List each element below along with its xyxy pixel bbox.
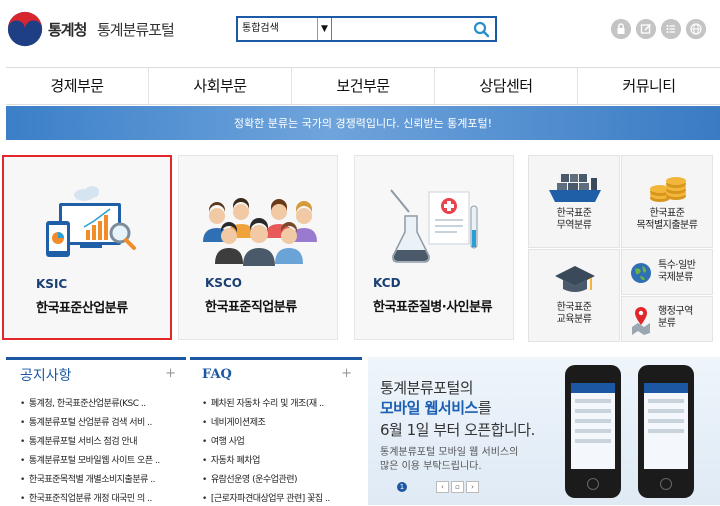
card-name: 한국표준직업분류 — [205, 300, 297, 315]
logo-text[interactable]: 통계청 — [48, 19, 87, 40]
promo-subtext: 통계분류포털 모바일 웹 서비스의 — [380, 447, 519, 458]
faq-title[interactable]: FAQ — [202, 367, 232, 382]
notice-panel: 공지사항 + 통계청, 한국표준산업분류(KSC .. 통계분류포털 산업분류 … — [6, 357, 186, 505]
list-item[interactable]: 여행 사업 — [202, 433, 330, 452]
graduation-cap-icon — [555, 266, 595, 292]
portal-title[interactable]: 통계분류포털 — [97, 19, 175, 40]
promo-heading: 통계분류포털의 — [380, 379, 474, 397]
card-ksic[interactable]: KSIC 한국표준산업분류 — [2, 155, 172, 340]
promo-page-indicator[interactable]: 1 — [397, 482, 407, 492]
nav-item-society[interactable]: 사회부문 — [148, 68, 291, 104]
mini-card-label: 행정구역 분류 — [658, 306, 693, 329]
list-item[interactable]: 통계분류포털 모바일웹 사이트 오픈 .. — [20, 452, 160, 471]
nav-item-economy[interactable]: 경제부문 — [6, 68, 148, 104]
card-trade-classification[interactable]: 한국표준 무역분류 — [528, 155, 620, 248]
mini-card-label: 특수·일반 국제분류 — [658, 260, 696, 283]
phone-image — [565, 365, 621, 498]
faq-panel: FAQ + 폐차된 자동차 수리 및 개조(재 .. 네비게이션제조 여행 사업… — [190, 357, 362, 505]
list-item[interactable]: 한국표준직업분류 개정 대국민 의 .. — [20, 490, 160, 506]
list-item[interactable]: [근로자파견대상업무 관련] 꽃집 .. — [202, 490, 330, 506]
card-ksco[interactable]: KSCO 한국표준직업분류 — [178, 155, 338, 340]
phone-screen — [571, 383, 615, 469]
list-item[interactable]: 통계분류포털 산업분류 검색 서비 .. — [20, 414, 160, 433]
card-administrative-district[interactable]: 행정구역 분류 — [621, 296, 713, 342]
notice-more-button[interactable]: + — [165, 366, 176, 381]
notice-title[interactable]: 공지사항 — [20, 365, 72, 385]
list-item[interactable]: 통계청, 한국표준산업분류(KSC .. — [20, 395, 160, 414]
notice-list: 통계청, 한국표준산업분류(KSC .. 통계분류포털 산업분류 검색 서비 .… — [20, 395, 160, 506]
faq-more-button[interactable]: + — [341, 366, 352, 381]
mobile-web-promo[interactable]: 통계분류포털의 모바일 웹서비스를 6월 1일 부터 오픈합니다. 통계분류포털… — [368, 357, 720, 505]
list-icon[interactable] — [661, 19, 681, 39]
mini-card-label: 한국표준 목적별지출분류 — [636, 208, 698, 231]
promo-highlight: 모바일 웹서비스를 — [380, 399, 492, 417]
phone-home-button — [660, 478, 672, 490]
search-scope-value: 통합검색 — [242, 23, 279, 34]
phone-screen — [644, 383, 688, 469]
nav-item-community[interactable]: 커뮤니티 — [577, 68, 720, 104]
medical-flask-icon — [390, 189, 478, 263]
coins-icon — [650, 177, 686, 202]
promo-next-button[interactable]: › — [466, 481, 479, 493]
globe-icon — [631, 263, 651, 283]
nav-item-health[interactable]: 보건부문 — [291, 68, 434, 104]
list-item[interactable]: 통계분류포털 서비스 점검 안내 — [20, 433, 160, 452]
search-box: 통합검색 ▼ — [236, 16, 497, 42]
promo-subtext: 많은 이용 부탁드립니다. — [380, 461, 482, 472]
card-name: 한국표준산업분류 — [36, 301, 128, 316]
promo-date: 6월 1일 부터 오픈합니다. — [380, 421, 535, 439]
card-expenditure-classification[interactable]: 한국표준 목적별지출분류 — [621, 155, 713, 248]
globe-icon[interactable] — [686, 19, 706, 39]
card-international-classification[interactable]: 특수·일반 국제분류 — [621, 249, 713, 295]
phone-home-button — [587, 478, 599, 490]
list-item[interactable]: 자동차 폐차업 — [202, 452, 330, 471]
edit-icon[interactable] — [636, 19, 656, 39]
search-icon[interactable] — [469, 18, 493, 40]
card-code: KCD — [373, 276, 401, 290]
site-header: 통계청 통계분류포털 통합검색 ▼ — [0, 0, 720, 62]
search-scope-select[interactable]: 통합검색 ▼ — [238, 18, 332, 40]
map-pin-icon — [632, 307, 650, 335]
mini-card-label: 한국표준 교육분류 — [556, 302, 592, 325]
ship-icon — [549, 174, 601, 202]
lock-icon[interactable] — [611, 19, 631, 39]
promo-prev-button[interactable]: ‹ — [436, 481, 449, 493]
chevron-down-icon[interactable]: ▼ — [317, 18, 331, 40]
faq-list: 폐차된 자동차 수리 및 개조(재 .. 네비게이션제조 여행 사업 자동차 폐… — [202, 395, 330, 506]
card-education-classification[interactable]: 한국표준 교육분류 — [528, 249, 620, 342]
search-input[interactable] — [334, 19, 469, 39]
kostat-logo-icon[interactable] — [6, 10, 44, 48]
list-item[interactable]: 네비게이션제조 — [202, 414, 330, 433]
nav-item-consult[interactable]: 상담센터 — [434, 68, 577, 104]
list-item[interactable]: 한국표준목적별 개별소비지출분류 .. — [20, 471, 160, 490]
list-item[interactable]: 폐차된 자동차 수리 및 개조(재 .. — [202, 395, 330, 414]
card-code: KSIC — [36, 277, 68, 291]
card-name: 한국표준질병·사인분류 — [373, 300, 493, 315]
list-item[interactable]: 유람선운영 (운수업관련) — [202, 471, 330, 490]
card-kcd[interactable]: KCD 한국표준질병·사인분류 — [354, 155, 514, 340]
people-group-icon — [203, 198, 317, 266]
promo-pause-button[interactable]: ▫ — [451, 481, 464, 493]
card-code: KSCO — [205, 276, 242, 290]
banner-text: 정확한 분류는 국가의 경쟁력입니다. 신뢰받는 통계포털! — [233, 117, 493, 130]
main-nav: 경제부문 사회부문 보건부문 상담센터 커뮤니티 — [6, 67, 720, 105]
phone-image — [638, 365, 694, 498]
analytics-dashboard-icon — [46, 186, 136, 257]
mini-card-label: 한국표준 무역분류 — [556, 208, 592, 231]
slogan-banner: 정확한 분류는 국가의 경쟁력입니다. 신뢰받는 통계포털! — [6, 106, 720, 140]
